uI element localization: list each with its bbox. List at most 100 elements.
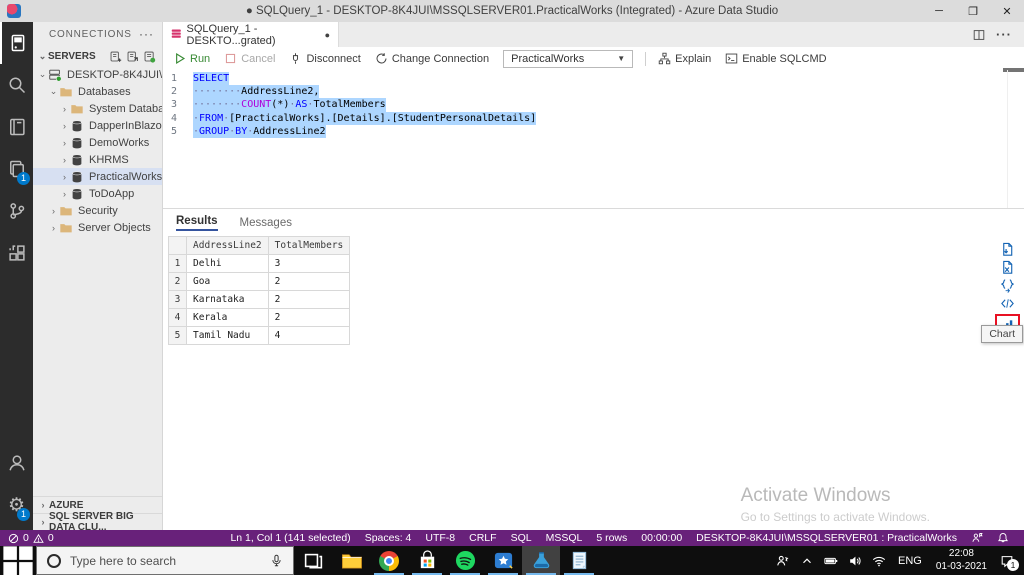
cell[interactable]: Karnataka	[187, 291, 269, 309]
notifications-bell-icon[interactable]	[990, 532, 1016, 544]
dirty-indicator-icon[interactable]: ●	[325, 30, 330, 40]
status-item-5-rows[interactable]: 5 rows	[589, 532, 634, 544]
results-tab-messages[interactable]: Messages	[240, 217, 292, 231]
activity-extensions-icon[interactable]	[0, 232, 33, 274]
results-grid[interactable]: AddressLine2TotalMembers1Delhi32Goa23Kar…	[168, 236, 350, 345]
column-header-totalmembers[interactable]: TotalMembers	[268, 237, 350, 255]
save-csv-icon[interactable]	[1000, 242, 1015, 257]
cell[interactable]: 2	[268, 291, 350, 309]
line-number: 1	[163, 72, 193, 85]
status-item-ln-1-col-1-141-selected[interactable]: Ln 1, Col 1 (141 selected)	[223, 532, 357, 544]
activity-connections-icon[interactable]	[0, 22, 33, 64]
tree-item-databases[interactable]: ⌄Databases	[33, 83, 162, 100]
activity-explorer-icon[interactable]: 1	[0, 148, 33, 190]
database-icon	[70, 187, 85, 201]
run-button[interactable]: Run	[173, 52, 210, 65]
activity-settings-gear-icon[interactable]: ⚙1	[0, 484, 33, 526]
sql-editor[interactable]: 1SELECT2········AddressLine2,3········CO…	[163, 70, 1024, 208]
split-editor-icon[interactable]	[972, 28, 986, 42]
action-center-icon[interactable]: 1	[994, 554, 1024, 568]
microphone-icon[interactable]	[270, 554, 293, 567]
activity-notebooks-icon[interactable]	[0, 106, 33, 148]
tree-item-system-databas[interactable]: ›System Databas...	[33, 100, 162, 117]
cell[interactable]: 2	[268, 309, 350, 327]
feedback-icon[interactable]	[964, 532, 990, 544]
active-connections-icon[interactable]	[143, 50, 156, 63]
save-xml-icon[interactable]	[1000, 296, 1015, 311]
cell[interactable]: Kerala	[187, 309, 269, 327]
section-sql-server-big-data-clu[interactable]: ›SQL SERVER BIG DATA CLU...	[33, 513, 162, 530]
enable-sqlcmd-button[interactable]: Enable SQLCMD	[725, 52, 826, 65]
maximize-button[interactable]: ❐	[956, 0, 990, 22]
tree-item-desktop-8k4jui[interactable]: ⌄DESKTOP-8K4JUI\...	[33, 66, 162, 83]
editor-line: 2········AddressLine2,	[163, 85, 1024, 98]
tree-item-practicalworks[interactable]: ›PracticalWorks	[33, 168, 162, 185]
status-item-crlf[interactable]: CRLF	[462, 532, 503, 544]
table-row[interactable]: 2Goa2	[169, 273, 350, 291]
column-header-addressline2[interactable]: AddressLine2	[187, 237, 269, 255]
tree-item-demoworks[interactable]: ›DemoWorks	[33, 134, 162, 151]
cell[interactable]: 4	[268, 327, 350, 345]
taskbar-chrome-icon[interactable]	[370, 546, 408, 575]
cell[interactable]: 2	[268, 273, 350, 291]
table-row[interactable]: 3Karnataka2	[169, 291, 350, 309]
save-excel-icon[interactable]	[1000, 260, 1015, 275]
people-icon[interactable]	[771, 554, 795, 568]
tree-item-dapperinblazor[interactable]: ›DapperInBlazor	[33, 117, 162, 134]
taskbar-azure-data-studio-icon[interactable]	[522, 546, 560, 575]
tree-item-security[interactable]: ›Security	[33, 202, 162, 219]
new-server-group-icon[interactable]	[126, 50, 139, 63]
chevron-right-icon: ›	[59, 121, 70, 131]
more-actions-icon[interactable]: ···	[139, 27, 154, 41]
battery-icon[interactable]	[819, 554, 843, 568]
servers-section-header[interactable]: ⌄ SERVERS	[33, 46, 162, 66]
start-button[interactable]	[0, 546, 36, 575]
change-connection-button[interactable]: Change Connection	[375, 52, 489, 65]
status-item-mssql[interactable]: MSSQL	[539, 532, 590, 544]
more-actions-icon[interactable]: ···	[996, 27, 1012, 42]
minimize-button[interactable]: ─	[922, 0, 956, 22]
status-item-spaces-4[interactable]: Spaces: 4	[358, 532, 419, 544]
close-button[interactable]: ✕	[990, 0, 1024, 22]
table-row[interactable]: 4Kerala2	[169, 309, 350, 327]
taskbar-file-explorer-icon[interactable]	[332, 546, 370, 575]
status-item-00-00-00[interactable]: 00:00:00	[634, 532, 689, 544]
cell[interactable]: Delhi	[187, 255, 269, 273]
results-tab-results[interactable]: Results	[176, 215, 218, 231]
new-connection-icon[interactable]	[109, 50, 122, 63]
taskbar-microsoft-store-icon[interactable]	[408, 546, 446, 575]
taskbar-task-view-icon[interactable]	[294, 546, 332, 575]
activity-account-icon[interactable]	[0, 442, 33, 484]
tree-item-server-objects[interactable]: ›Server Objects	[33, 219, 162, 236]
cell[interactable]: 3	[268, 255, 350, 273]
database-dropdown[interactable]: PracticalWorks ▼	[503, 50, 633, 68]
disconnect-button[interactable]: Disconnect	[289, 52, 360, 65]
status-item-utf-8[interactable]: UTF-8	[418, 532, 462, 544]
chevron-up-icon[interactable]	[795, 554, 819, 568]
save-json-icon[interactable]	[1000, 278, 1015, 293]
taskbar-spotify-icon[interactable]	[446, 546, 484, 575]
tree-item-todoapp[interactable]: ›ToDoApp	[33, 185, 162, 202]
taskbar-search-input[interactable]: Type here to search	[36, 546, 294, 575]
editor-line: 1SELECT	[163, 72, 1024, 85]
taskbar-notepad-icon[interactable]	[560, 546, 598, 575]
clock[interactable]: 22:08 01-03-2021	[929, 548, 994, 573]
status-items: Ln 1, Col 1 (141 selected)Spaces: 4UTF-8…	[223, 532, 964, 544]
taskbar-feedback-hub-icon[interactable]	[484, 546, 522, 575]
volume-icon[interactable]	[843, 554, 867, 568]
cell[interactable]: Goa	[187, 273, 269, 291]
language-indicator[interactable]: ENG	[891, 555, 929, 567]
wifi-icon[interactable]	[867, 554, 891, 568]
table-row[interactable]: 1Delhi3	[169, 255, 350, 273]
tab-sqlquery1[interactable]: SQLQuery_1 - DESKTO...grated) ●	[163, 22, 339, 47]
status-item-desktop-8k4jui-mssqlserv[interactable]: DESKTOP-8K4JUI\MSSQLSERVER01 : Practical…	[689, 532, 964, 544]
activity-search-icon[interactable]	[0, 64, 33, 106]
activity-source-control-icon[interactable]	[0, 190, 33, 232]
window-title: ● SQLQuery_1 - DESKTOP-8K4JUI\MSSQLSERVE…	[0, 5, 1024, 17]
explain-button[interactable]: Explain	[658, 52, 711, 65]
table-row[interactable]: 5Tamil Nadu4	[169, 327, 350, 345]
sidebar-header: CONNECTIONS ···	[33, 22, 162, 46]
tree-item-khrms[interactable]: ›KHRMS	[33, 151, 162, 168]
status-item-sql[interactable]: SQL	[504, 532, 539, 544]
cell[interactable]: Tamil Nadu	[187, 327, 269, 345]
